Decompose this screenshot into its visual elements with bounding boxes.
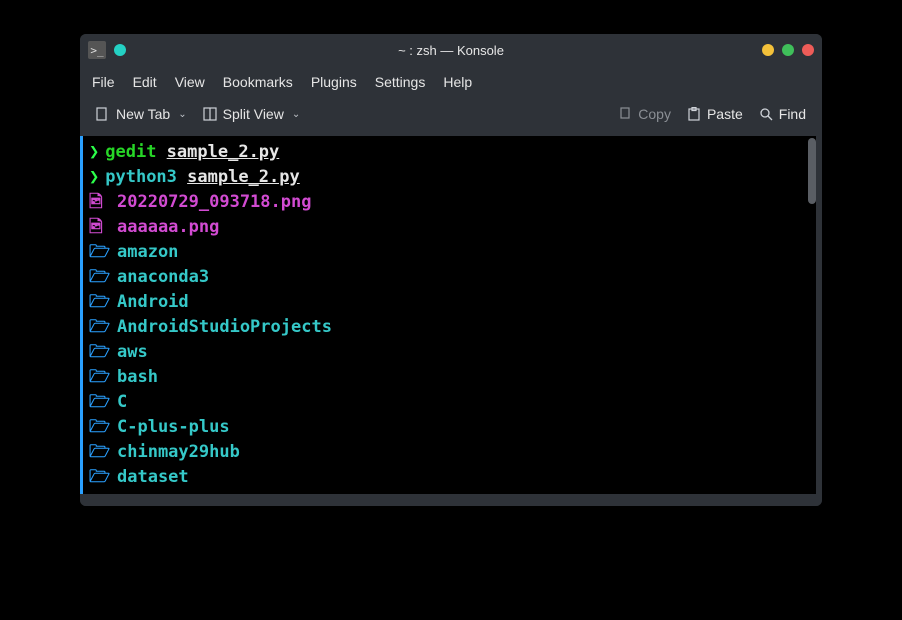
entry-name: chinmay29hub [117, 440, 240, 465]
prompt-line: ❯gedit sample_2.py [89, 140, 812, 165]
split-view-label: Split View [223, 106, 284, 122]
file-icon: 🖻 [89, 215, 117, 240]
window-controls [762, 44, 814, 56]
app-icon: >_ [88, 41, 106, 59]
maximize-button[interactable] [782, 44, 794, 56]
chevron-down-icon: ⌄ [178, 109, 186, 120]
entry-name: C [117, 390, 127, 415]
folder-icon: 🗁 [89, 390, 117, 415]
copy-label: Copy [638, 106, 671, 122]
folder-row: 🗁Android [89, 290, 812, 315]
entry-name: Android [117, 290, 189, 315]
scrollbar[interactable] [808, 138, 816, 204]
folder-row: 🗁C-plus-plus [89, 415, 812, 440]
folder-row: 🗁AndroidStudioProjects [89, 315, 812, 340]
command: gedit [105, 140, 166, 165]
folder-row: 🗁chinmay29hub [89, 440, 812, 465]
entry-name: amazon [117, 240, 178, 265]
menu-view[interactable]: View [175, 74, 205, 90]
find-button[interactable]: Find [753, 102, 812, 126]
new-tab-button[interactable]: New Tab ⌄ [90, 102, 193, 126]
folder-row: 🗁bash [89, 365, 812, 390]
menu-help[interactable]: Help [443, 74, 472, 90]
copy-icon [618, 107, 632, 121]
file-row: 🖻aaaaaa.png [89, 215, 812, 240]
folder-icon: 🗁 [89, 265, 117, 290]
prompt-symbol: ❯ [89, 140, 99, 165]
folder-icon: 🗁 [89, 440, 117, 465]
chevron-down-icon: ⌄ [292, 109, 300, 120]
entry-name: AndroidStudioProjects [117, 315, 332, 340]
command-argument: sample_2 [167, 140, 249, 165]
copy-button[interactable]: Copy [612, 102, 677, 126]
terminal[interactable]: ❯gedit sample_2.py❯python3 sample_2.py🖻2… [80, 136, 816, 494]
prompt-symbol: ❯ [89, 165, 99, 190]
menu-bookmarks[interactable]: Bookmarks [223, 74, 293, 90]
new-tab-label: New Tab [116, 106, 170, 122]
search-icon [759, 107, 773, 121]
minimize-button[interactable] [762, 44, 774, 56]
paste-icon [687, 107, 701, 121]
file-extension: .py [269, 165, 300, 190]
menubar: File Edit View Bookmarks Plugins Setting… [80, 66, 822, 98]
folder-row: 🗁aws [89, 340, 812, 365]
titlebar-left: >_ [80, 41, 126, 59]
command: python3 [105, 165, 187, 190]
command-argument: sample_2 [187, 165, 269, 190]
prompt-line: ❯python3 sample_2.py [89, 165, 812, 190]
titlebar[interactable]: >_ ~ : zsh — Konsole [80, 34, 822, 66]
folder-icon: 🗁 [89, 465, 117, 490]
folder-row: 🗁anaconda3 [89, 265, 812, 290]
window-title: ~ : zsh — Konsole [80, 43, 822, 58]
split-view-icon [203, 107, 217, 121]
file-extension: .py [249, 140, 280, 165]
folder-icon: 🗁 [89, 415, 117, 440]
folder-icon: 🗁 [89, 315, 117, 340]
entry-name: 20220729_093718.png [117, 190, 311, 215]
menu-settings[interactable]: Settings [375, 74, 426, 90]
folder-icon: 🗁 [89, 365, 117, 390]
close-button[interactable] [802, 44, 814, 56]
entry-name: aws [117, 340, 148, 365]
session-indicator-icon [114, 44, 126, 56]
find-label: Find [779, 106, 806, 122]
konsole-window: >_ ~ : zsh — Konsole File Edit View Book… [80, 34, 822, 506]
menu-plugins[interactable]: Plugins [311, 74, 357, 90]
entry-name: bash [117, 365, 158, 390]
folder-icon: 🗁 [89, 290, 117, 315]
split-view-button[interactable]: Split View ⌄ [197, 102, 307, 126]
folder-row: 🗁C [89, 390, 812, 415]
terminal-container: ❯gedit sample_2.py❯python3 sample_2.py🖻2… [80, 136, 822, 506]
toolbar: New Tab ⌄ Split View ⌄ Copy Paste [80, 98, 822, 136]
entry-name: aaaaaa.png [117, 215, 219, 240]
folder-row: 🗁amazon [89, 240, 812, 265]
file-icon: 🖻 [89, 190, 117, 215]
entry-name: anaconda3 [117, 265, 209, 290]
menu-edit[interactable]: Edit [133, 74, 157, 90]
file-row: 🖻20220729_093718.png [89, 190, 812, 215]
entry-name: C-plus-plus [117, 415, 230, 440]
folder-row: 🗁dataset [89, 465, 812, 490]
menu-file[interactable]: File [92, 74, 115, 90]
entry-name: dataset [117, 465, 189, 490]
paste-button[interactable]: Paste [681, 102, 749, 126]
paste-label: Paste [707, 106, 743, 122]
folder-icon: 🗁 [89, 340, 117, 365]
folder-icon: 🗁 [89, 240, 117, 265]
new-tab-icon [96, 107, 110, 121]
